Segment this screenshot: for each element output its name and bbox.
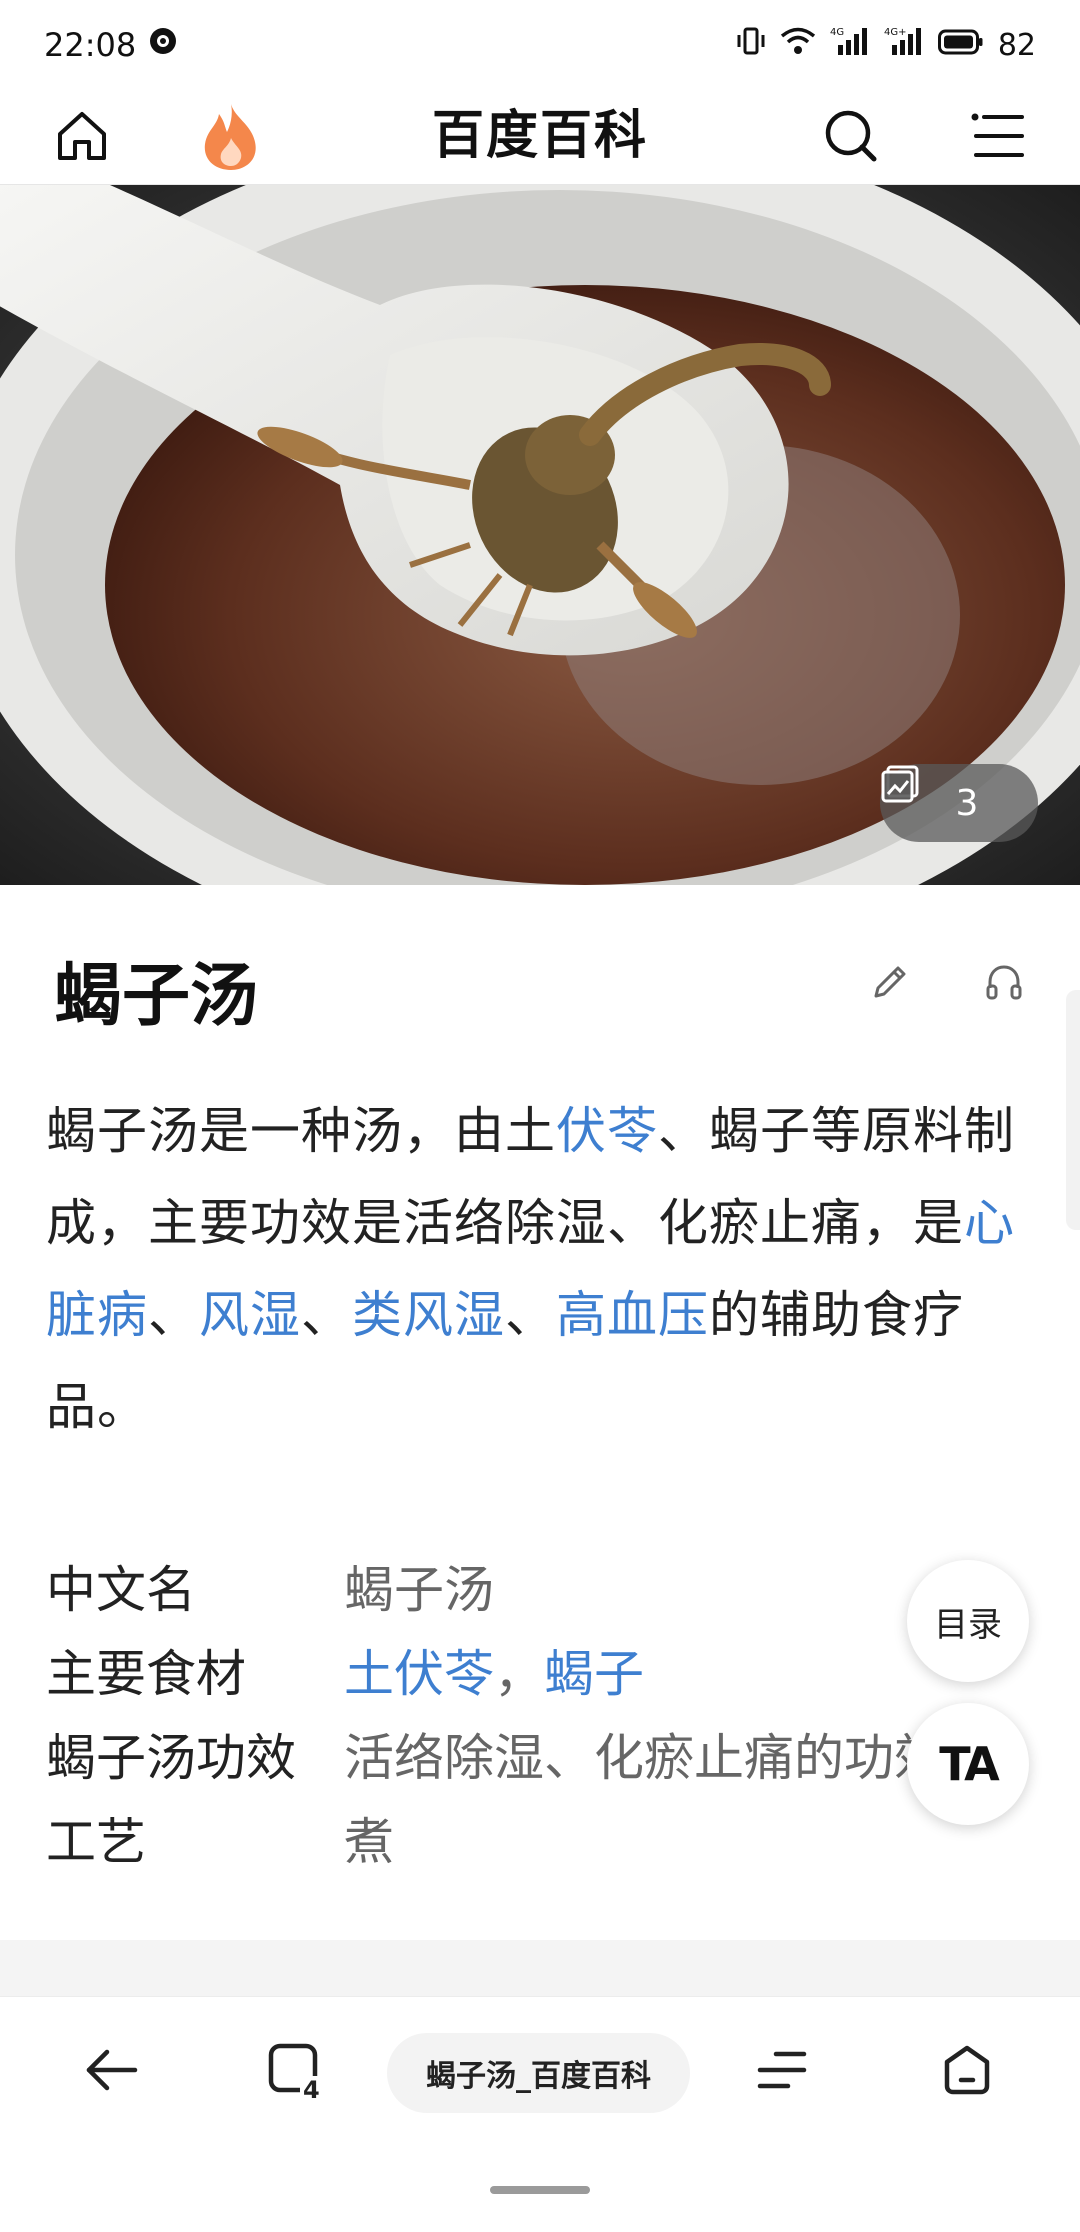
status-time: 22:08 — [44, 26, 137, 64]
page-menu-icon — [754, 2047, 810, 2097]
infobox-row: 工艺 煮 — [46, 1800, 946, 1884]
menu-icon — [970, 111, 1026, 165]
ta-button[interactable]: TA — [907, 1703, 1029, 1825]
hot-button[interactable] — [193, 100, 269, 176]
status-right: 4G 4G+ 82 — [736, 25, 1036, 65]
page-title: 百度百科 — [431, 106, 648, 166]
infobox-value: 土伏苓，蝎子 — [344, 1632, 644, 1716]
summary-link-rheumatoid[interactable]: 类风湿 — [352, 1286, 505, 1344]
browser-home-button[interactable] — [924, 2029, 1010, 2115]
article-summary: 蝎子汤是一种汤，由土伏苓、蝎子等原料制成，主要功效是活络除湿、化瘀止痛，是心脏病… — [46, 1085, 1042, 1453]
summary-text: 、 — [301, 1286, 352, 1344]
svg-text:4: 4 — [303, 2076, 320, 2100]
wifi-icon — [780, 26, 816, 64]
headphones-icon — [984, 962, 1024, 1006]
infobox-value: 煮 — [344, 1813, 394, 1871]
infobox-label: 工艺 — [46, 1813, 146, 1871]
page-menu-button[interactable] — [739, 2029, 825, 2115]
ingredient-separator: ， — [494, 1645, 544, 1703]
back-arrow-icon — [83, 2047, 139, 2097]
infobox-row: 中文名 蝎子汤 — [46, 1548, 946, 1632]
hero-image[interactable]: 3 — [0, 185, 1080, 885]
ingredient-link-scorpion[interactable]: 蝎子 — [544, 1645, 644, 1703]
infobox-value: 蝎子汤 — [344, 1561, 494, 1619]
gallery-count: 3 — [955, 782, 979, 824]
side-drawer-handle[interactable] — [1066, 990, 1080, 1230]
search-icon — [821, 106, 881, 170]
svg-text:4G+: 4G+ — [884, 27, 907, 38]
home-indicator[interactable] — [490, 2186, 590, 2194]
tabs-button[interactable]: 4 — [253, 2029, 339, 2115]
tabs-icon: 4 — [266, 2040, 326, 2104]
article-title: 蝎子汤 — [54, 957, 259, 1036]
section-divider — [0, 1940, 1080, 1996]
article-header: 蝎子汤 — [0, 920, 1080, 1040]
summary-text: 蝎子汤是一种汤，由土 — [46, 1102, 556, 1160]
toc-button[interactable]: 目录 — [907, 1560, 1029, 1682]
summary-text: 、 — [148, 1286, 199, 1344]
battery-level: 82 — [997, 27, 1036, 63]
top-navigation: 百度百科 — [0, 90, 1080, 185]
menu-button[interactable] — [960, 100, 1036, 176]
vibrate-icon — [736, 25, 766, 65]
ingredient-link-fuling[interactable]: 土伏苓 — [344, 1645, 494, 1703]
signal-icon-2: 4G+ — [884, 25, 924, 65]
infobox-label: 中文名 — [46, 1561, 196, 1619]
status-left: 22:08 — [44, 26, 178, 64]
infobox-label: 蝎子汤功效 — [46, 1729, 296, 1787]
infobox-value: 活络除湿、化瘀止痛的功效 — [344, 1729, 944, 1787]
browser-bottom-bar: 4 蝎子汤_百度百科 — [0, 1996, 1080, 2146]
url-bar[interactable]: 蝎子汤_百度百科 — [387, 2033, 690, 2113]
infobox-row: 主要食材 土伏苓，蝎子 — [46, 1632, 946, 1716]
infobox-row: 蝎子汤功效 活络除湿、化瘀止痛的功效 — [46, 1716, 946, 1800]
summary-text: 、 — [505, 1286, 556, 1344]
home-icon — [54, 108, 110, 168]
infobox: 中文名 蝎子汤 主要食材 土伏苓，蝎子 蝎子汤功效 活络除湿、化瘀止痛的功效 工… — [46, 1548, 946, 1884]
home-button[interactable] — [44, 100, 120, 176]
back-button[interactable] — [68, 2029, 154, 2115]
notification-icon — [148, 26, 178, 64]
status-bar: 22:08 4G 4G+ 82 — [0, 0, 1080, 90]
infobox-label: 主要食材 — [46, 1645, 246, 1703]
flame-icon — [199, 100, 263, 176]
gallery-count-badge[interactable]: 3 — [880, 764, 1038, 842]
battery-icon — [937, 28, 984, 63]
search-button[interactable] — [813, 100, 889, 176]
summary-link-rheumatism[interactable]: 风湿 — [199, 1286, 301, 1344]
svg-text:4G: 4G — [830, 27, 844, 38]
summary-link-fuling[interactable]: 伏苓 — [556, 1102, 658, 1160]
summary-link-hypertension[interactable]: 高血压 — [556, 1286, 709, 1344]
listen-button[interactable] — [978, 958, 1030, 1010]
pencil-icon — [870, 962, 910, 1006]
browser-home-icon — [939, 2042, 995, 2102]
signal-icon-1: 4G — [830, 25, 870, 65]
edit-button[interactable] — [864, 958, 916, 1010]
